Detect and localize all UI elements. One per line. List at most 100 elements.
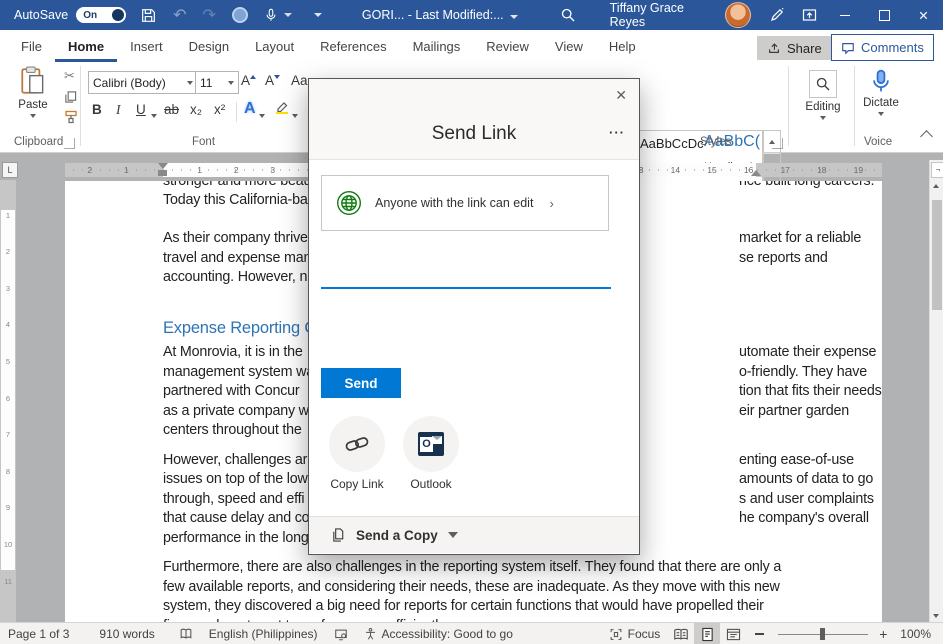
ruler-number: 3	[0, 284, 16, 293]
font-family-combo[interactable]: Calibri (Body)	[88, 71, 198, 94]
scrollbar-thumb[interactable]	[932, 200, 942, 310]
tab-home[interactable]: Home	[55, 30, 117, 62]
read-mode-button[interactable]	[668, 623, 694, 644]
ruler-toggle-icon[interactable]: ¬	[931, 162, 943, 178]
zoom-in-button[interactable]: +	[874, 623, 892, 644]
right-indent-marker[interactable]	[751, 170, 761, 176]
autosave-toggle[interactable]: On	[76, 7, 126, 23]
font-group-label: Font	[192, 136, 215, 148]
zoom-out-button[interactable]	[746, 623, 772, 644]
tab-help[interactable]: Help	[596, 30, 649, 62]
format-painter-icon[interactable]	[64, 110, 78, 124]
comments-button[interactable]: Comments	[831, 34, 934, 61]
outlook-label: Outlook	[391, 477, 471, 491]
maximize-button[interactable]	[865, 0, 904, 30]
ruler-number: 6	[0, 394, 16, 403]
comments-label: Comments	[861, 40, 924, 55]
avatar[interactable]	[725, 2, 751, 28]
dictate-label: Dictate	[863, 97, 899, 109]
text-effects-dropdown-icon[interactable]	[259, 114, 265, 118]
highlight-button[interactable]	[274, 100, 290, 114]
first-line-indent-marker[interactable]	[158, 163, 168, 169]
grow-font-button[interactable]: A	[241, 73, 256, 88]
text-effects-button[interactable]: A	[244, 100, 256, 118]
document-title[interactable]: GORI... - Last Modified:...	[362, 8, 518, 22]
link-recipient-input[interactable]	[321, 247, 611, 289]
save-icon[interactable]	[140, 7, 157, 24]
tab-insert[interactable]: Insert	[117, 30, 176, 62]
superscript-button[interactable]: x²	[214, 102, 225, 117]
cut-icon[interactable]: ✂	[64, 68, 75, 84]
tab-mailings[interactable]: Mailings	[400, 30, 474, 62]
outlook-button[interactable]: O	[403, 416, 459, 472]
web-layout-button[interactable]	[720, 623, 746, 644]
user-name[interactable]: Tiffany Grace Reyes	[610, 1, 715, 29]
underline-button[interactable]: U	[136, 102, 146, 117]
accessibility-text: Accessibility: Good to go	[382, 627, 513, 641]
ruler-number: 5	[0, 357, 16, 366]
zoom-slider-thumb[interactable]	[820, 628, 825, 640]
accessibility-status[interactable]: Accessibility: Good to go	[356, 623, 521, 644]
strikethrough-button[interactable]: ab	[164, 102, 179, 117]
ruler-number: 2	[234, 165, 239, 175]
permission-label: Anyone with the link can edit	[375, 196, 533, 210]
close-button[interactable]: ✕	[904, 0, 943, 30]
underline-dropdown-icon[interactable]	[151, 114, 157, 118]
focus-icon	[609, 628, 623, 641]
tab-layout[interactable]: Layout	[242, 30, 307, 62]
qat-customize-icon[interactable]	[308, 13, 322, 17]
font-size-combo[interactable]: 11	[195, 71, 239, 94]
shrink-font-button[interactable]: A	[265, 73, 280, 88]
voice-group-label: Voice	[864, 136, 892, 148]
send-button[interactable]: Send	[321, 368, 401, 398]
minimize-button[interactable]	[826, 0, 865, 30]
highlight-dropdown-icon[interactable]	[292, 114, 298, 118]
collapse-ribbon-icon[interactable]	[922, 132, 931, 141]
copy-link-button[interactable]	[329, 416, 385, 472]
tab-design[interactable]: Design	[176, 30, 242, 62]
dialog-more-options-icon[interactable]: ···	[609, 125, 625, 140]
subscript-button[interactable]: x₂	[190, 102, 202, 117]
tab-view[interactable]: View	[542, 30, 596, 62]
dictate-qat-icon[interactable]	[264, 7, 292, 23]
zoom-level[interactable]: 100%	[892, 623, 939, 644]
bold-button[interactable]: B	[92, 102, 102, 117]
dialog-close-icon[interactable]: ✕	[615, 87, 627, 104]
paste-button[interactable]: Paste	[8, 66, 58, 118]
redo-icon[interactable]: ↷	[203, 5, 216, 25]
search-icon[interactable]	[560, 7, 576, 23]
clipboard-dialog-launcher[interactable]	[64, 138, 75, 149]
ribbon-display-options-icon[interactable]	[801, 7, 818, 23]
print-layout-button[interactable]	[694, 623, 720, 644]
change-case-label: Aa	[291, 73, 308, 88]
zoom-slider[interactable]	[778, 623, 868, 644]
word-count[interactable]: 910 words	[91, 623, 162, 644]
scroll-up-arrow[interactable]	[933, 184, 939, 188]
focus-button[interactable]: Focus	[601, 623, 669, 644]
tab-references[interactable]: References	[307, 30, 399, 62]
undo-icon[interactable]: ↶	[173, 5, 186, 25]
style-sample: AaBbCcDc	[640, 136, 704, 151]
italic-button[interactable]: I	[116, 102, 121, 118]
tab-review[interactable]: Review	[473, 30, 542, 62]
send-a-copy-button[interactable]: Send a Copy	[309, 516, 639, 553]
tab-file[interactable]: File	[8, 30, 55, 62]
styles-dialog-launcher[interactable]	[772, 138, 783, 149]
hanging-indent-marker[interactable]	[158, 170, 167, 176]
link-permission-selector[interactable]: Anyone with the link can edit ›	[321, 175, 609, 231]
change-case-button[interactable]: Aa	[291, 73, 308, 88]
editing-button[interactable]: Editing	[797, 70, 849, 120]
record-icon[interactable]	[232, 7, 248, 23]
display-settings-icon[interactable]	[326, 623, 356, 644]
scroll-down-arrow[interactable]	[933, 614, 939, 618]
share-label: Share	[787, 41, 822, 56]
language-indicator[interactable]: English (Philippines)	[201, 623, 326, 644]
dictate-button[interactable]: Dictate	[858, 68, 904, 116]
page-indicator[interactable]: Page 1 of 3	[0, 623, 77, 644]
share-button[interactable]: Share	[757, 36, 832, 60]
permission-chevron-icon: ›	[549, 196, 553, 211]
copy-icon[interactable]	[64, 90, 77, 104]
group-separator	[80, 66, 81, 146]
ink-pen-icon[interactable]	[769, 7, 785, 23]
proofing-icon[interactable]	[171, 623, 201, 644]
